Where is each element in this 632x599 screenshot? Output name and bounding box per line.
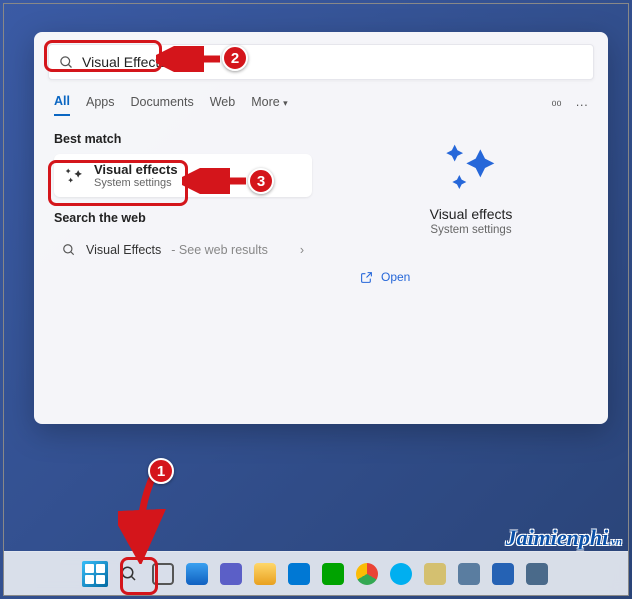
widgets-icon[interactable] <box>183 560 211 588</box>
taskbar <box>4 551 628 595</box>
web-result-item[interactable]: Visual Effects - See web results › <box>54 233 312 267</box>
taskbar-app-icon[interactable] <box>455 560 483 588</box>
watermark: Jaimienphi.vn <box>506 525 622 551</box>
more-options-icon[interactable]: ··· <box>576 98 589 113</box>
search-icon <box>59 55 74 70</box>
best-match-result[interactable]: Visual effects System settings <box>54 154 312 197</box>
search-input[interactable] <box>82 54 583 70</box>
preview-subtitle: System settings <box>430 224 511 236</box>
tab-apps[interactable]: Apps <box>86 95 115 115</box>
taskbar-app-icon[interactable] <box>421 560 449 588</box>
web-result-suffix: - See web results <box>171 243 268 257</box>
taskbar-app-icon[interactable] <box>217 560 245 588</box>
chrome-icon[interactable] <box>353 560 381 588</box>
section-best-match: Best match <box>54 132 334 146</box>
section-search-web: Search the web <box>54 211 334 225</box>
taskbar-app-icon[interactable] <box>319 560 347 588</box>
annotation-badge-1: 1 <box>148 458 174 484</box>
preview-title: Visual effects <box>430 206 513 222</box>
chevron-right-icon: › <box>300 243 304 257</box>
search-results-panel: All Apps Documents Web More ▾ ⁰⁰ ··· Bes… <box>34 32 608 424</box>
open-icon <box>360 271 373 284</box>
best-match-subtitle: System settings <box>94 177 178 189</box>
skype-icon[interactable] <box>387 560 415 588</box>
best-match-title: Visual effects <box>94 162 178 177</box>
taskbar-app-icon[interactable] <box>285 560 313 588</box>
file-explorer-icon[interactable] <box>251 560 279 588</box>
search-icon <box>62 243 76 257</box>
open-action[interactable]: Open <box>360 270 410 284</box>
search-input-container[interactable] <box>48 44 594 80</box>
result-preview-pane: Visual effects System settings Open <box>334 126 608 284</box>
account-icon[interactable]: ⁰⁰ <box>551 98 561 113</box>
annotation-arrow-1 <box>118 468 168 564</box>
web-result-text: Visual Effects <box>86 243 161 257</box>
task-view-icon[interactable] <box>149 560 177 588</box>
taskbar-app-icon[interactable] <box>523 560 551 588</box>
sparkle-icon <box>64 166 84 186</box>
tab-documents[interactable]: Documents <box>130 95 193 115</box>
taskbar-search-icon[interactable] <box>115 560 143 588</box>
sparkle-icon <box>443 140 499 196</box>
tab-all[interactable]: All <box>54 94 70 116</box>
search-tabs: All Apps Documents Web More ▾ ⁰⁰ ··· <box>34 86 608 116</box>
tab-web[interactable]: Web <box>210 95 235 115</box>
start-button[interactable] <box>81 560 109 588</box>
tab-more[interactable]: More ▾ <box>251 95 288 115</box>
taskbar-app-icon[interactable] <box>489 560 517 588</box>
